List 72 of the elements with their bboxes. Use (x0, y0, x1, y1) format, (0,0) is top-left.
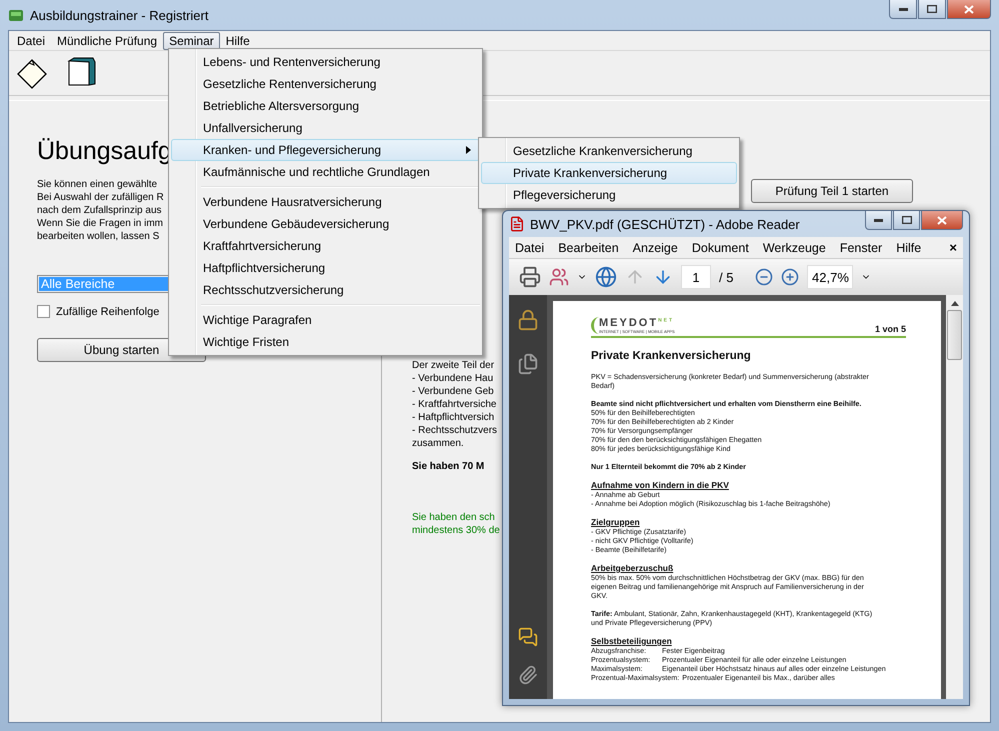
scroll-up-icon[interactable] (950, 301, 958, 306)
menu-item[interactable]: Werkzeuge (762, 240, 826, 254)
lock-icon[interactable] (517, 309, 539, 331)
menu-item[interactable]: Datei (11, 32, 52, 50)
menu-item[interactable]: Lebens- und Rentenversicherung (171, 51, 480, 73)
minimize-button[interactable] (865, 211, 892, 230)
time-note: Sie haben 70 M (412, 460, 484, 473)
zoom-out-icon[interactable] (755, 268, 774, 286)
menu-item[interactable]: Verbundene Hausratversicherung (171, 191, 480, 213)
close-button[interactable] (921, 211, 963, 230)
close-icon (937, 216, 947, 224)
menu-item[interactable]: Dokument (692, 240, 749, 254)
checkbox-label: Zufällige Reihenfolge (56, 306, 160, 318)
menu-item[interactable]: Datei (515, 240, 544, 254)
maximize-button[interactable] (918, 0, 946, 19)
submenu-arrow-icon (466, 146, 471, 154)
menu-item[interactable]: Kranken- und Pflegeversicherung (171, 139, 480, 161)
menu-item[interactable]: Verbundene Gebäudeversicherung (171, 213, 480, 235)
menu-item[interactable]: Unfallversicherung (171, 117, 480, 139)
zoom-field[interactable]: 42,7% (807, 265, 854, 289)
start-exam-button[interactable]: Prüfung Teil 1 starten (751, 179, 913, 203)
exam-description: Der zweite Teil der - Verbundene Hau - Verbundene Geb - Kraftfahrtversiche - Haftpflichtversich - Rechtsschutzvers zusammen. (412, 359, 498, 450)
menu-item[interactable]: Gesetzliche Krankenversicherung (481, 140, 737, 162)
menu-item[interactable]: Private Krankenversicherung (481, 162, 737, 184)
menu-item[interactable]: Anzeige (632, 240, 678, 254)
window-title: Ausbildungstrainer - Registriert (30, 8, 208, 22)
print-icon[interactable] (519, 266, 541, 288)
document-title: Private Krankenversicherung (591, 350, 752, 362)
section-heading: Aufnahme von Kindern in die PKV (591, 480, 730, 490)
close-icon (964, 4, 974, 14)
menu-item[interactable]: Seminar (163, 32, 220, 50)
page-label: 1 von 5 (874, 324, 906, 334)
page-heading: Übungsaufg (37, 137, 172, 166)
menu-item[interactable]: Pflegeversicherung (481, 184, 737, 206)
menu-item[interactable]: Bearbeiten (558, 240, 619, 254)
globe-icon[interactable] (595, 266, 617, 288)
maximize-icon (927, 5, 937, 13)
maximize-icon (902, 216, 912, 224)
page-number-field[interactable]: 1 (681, 265, 711, 289)
maximize-button[interactable] (893, 211, 920, 230)
comments-icon[interactable] (518, 627, 538, 647)
close-document-button[interactable]: × (949, 240, 957, 255)
zoom-in-icon[interactable] (781, 268, 800, 286)
menu-item[interactable]: Hilfe (896, 240, 922, 254)
pdf-file-icon (509, 216, 525, 232)
intro-text: Sie können einen gewählte Bei Auswahl der zufälligen R nach dem Zufallsprinzip aus Wenn Sie die Fragen in imm bearbeiten wollen, lassen S (37, 178, 164, 243)
minimize-icon (898, 8, 908, 10)
pages-icon[interactable] (517, 353, 539, 375)
menu-item[interactable]: Mündliche Prüfung (51, 32, 164, 50)
window-title: BWV_PKV.pdf (GESCHÜTZT) - Adobe Reader (530, 216, 800, 232)
minimize-icon (874, 218, 883, 222)
minimize-button[interactable] (889, 0, 917, 19)
scrollbar-thumb[interactable] (947, 310, 962, 360)
scrollbar[interactable] (946, 295, 963, 699)
section-heading: Zielgruppen (591, 517, 641, 527)
paperclip-icon[interactable] (518, 665, 538, 685)
menu-item[interactable]: Gesetzliche Rentenversicherung (171, 73, 480, 95)
menu-item[interactable]: Wichtige Paragrafen (171, 309, 480, 331)
app-icon (8, 7, 24, 23)
menu-item[interactable]: Kraftfahrtversicherung (171, 235, 480, 257)
section-heading: Selbstbeteiligungen (591, 636, 673, 646)
section-heading: Arbeitgeberzuschuß (591, 563, 674, 573)
menu-item[interactable]: Fenster (840, 240, 882, 254)
page-count: / 5 (719, 270, 734, 284)
menu-item[interactable]: Kaufmännische und rechtliche Grundlagen (171, 161, 480, 183)
menu-item[interactable]: Betriebliche Altersversorgung (171, 95, 480, 117)
checkbox[interactable] (37, 305, 50, 318)
pass-note: Sie haben den sch mindestens 30% de (412, 511, 500, 537)
people-icon[interactable] (549, 267, 569, 287)
close-button[interactable] (947, 0, 991, 19)
tag-icon[interactable] (15, 57, 49, 89)
menu-item[interactable]: Hilfe (220, 32, 256, 50)
